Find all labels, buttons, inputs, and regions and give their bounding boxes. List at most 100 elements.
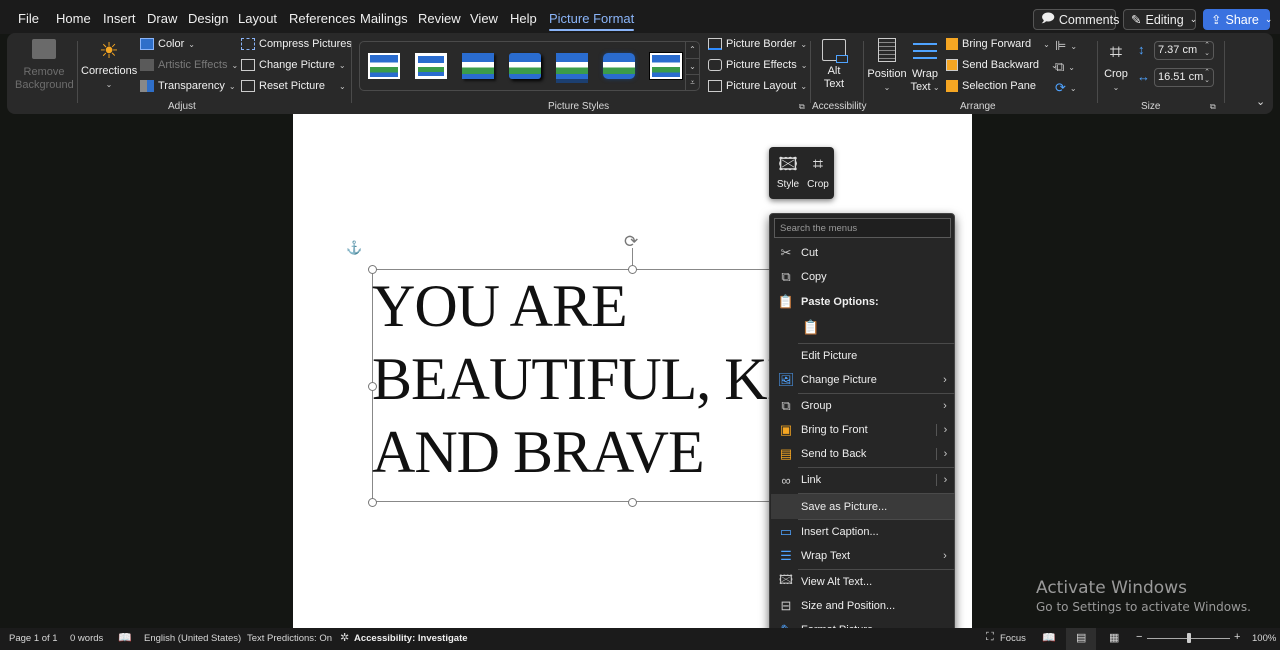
menu-item-wrap-text[interactable]: ☰ Wrap Text › <box>771 544 954 568</box>
alt-text-label-1: Alt <box>827 65 841 77</box>
accessibility-status[interactable]: Accessibility: Investigate <box>354 633 468 644</box>
transparency-button[interactable]: Transparency ⌄ <box>140 80 236 92</box>
corrections-button[interactable]: ☀ Corrections ⌄ <box>81 37 137 91</box>
width-spinner[interactable]: ⌃ ⌄ <box>1204 69 1210 85</box>
change-picture-button[interactable]: Change Picture ⌄ <box>241 59 346 71</box>
gallery-scroll-up[interactable]: ⌃ <box>685 42 699 58</box>
menu-item-send-to-back[interactable]: ▤ Send to Back › <box>771 442 954 466</box>
crop-mini-button[interactable]: ⌗ Crop <box>803 151 833 190</box>
crop-button[interactable]: ⌗ Crop ⌄ <box>1101 38 1131 94</box>
tab-insert[interactable]: Insert <box>103 11 136 26</box>
chevron-right-icon[interactable]: › <box>936 474 954 486</box>
comments-button[interactable]: 🗩 Comments <box>1033 9 1119 30</box>
gallery-scroll-down[interactable]: ⌄ <box>685 58 699 74</box>
resize-handle-left[interactable] <box>368 382 377 391</box>
group-objects-button[interactable]: ⧉ ⌄ <box>1055 59 1075 75</box>
focus-button[interactable]: Focus <box>1000 633 1026 644</box>
style-button[interactable]: 🖾 Style <box>773 151 803 190</box>
send-backward-button[interactable]: Send Backward ⌄ <box>946 59 1058 71</box>
picture-layout-button[interactable]: Picture Layout ⌄ <box>708 80 807 92</box>
menu-item-link[interactable]: ∞ Link › <box>771 468 954 492</box>
size-dialog-launcher[interactable]: ⧉ <box>1210 102 1216 112</box>
focus-icon: ⛶ <box>986 631 994 643</box>
chevron-down-icon: ⌄ <box>1043 39 1050 49</box>
width-input[interactable]: 16.51 cm ⌃ ⌄ <box>1154 68 1214 87</box>
picture-border-button[interactable]: Picture Border ⌄ <box>708 38 807 50</box>
text-predictions[interactable]: Text Predictions: On <box>247 633 332 644</box>
editing-mode-button[interactable]: ✎ Editing ⌄ <box>1123 9 1197 30</box>
tab-mailings[interactable]: Mailings <box>360 11 408 26</box>
menu-item-group[interactable]: ⧉ Group › <box>771 394 954 418</box>
zoom-in-button[interactable]: + <box>1234 631 1240 643</box>
web-layout-icon[interactable]: ▦ <box>1109 631 1119 644</box>
picture-styles-dialog-launcher[interactable]: ⧉ <box>799 102 805 112</box>
menu-item-edit-picture[interactable]: Edit Picture <box>771 344 954 368</box>
menu-item-view-alt-text[interactable]: 🖾 View Alt Text... <box>771 570 954 594</box>
tab-references[interactable]: References <box>289 11 355 26</box>
share-button[interactable]: ⇪ Share ⌄ <box>1203 9 1272 30</box>
menu-item-save-as-picture[interactable]: Save as Picture... <box>771 494 954 519</box>
resize-handle-top[interactable] <box>628 265 637 274</box>
paste-keep-source-button[interactable]: 📋 <box>802 319 819 336</box>
alt-text-button[interactable]: Alt Text <box>815 39 853 91</box>
gallery-expand[interactable]: ⩡ <box>685 74 699 90</box>
menu-item-cut[interactable]: ✂ Cut <box>771 241 954 265</box>
tab-review[interactable]: Review <box>418 11 461 26</box>
zoom-slider-thumb[interactable] <box>1187 633 1191 643</box>
zoom-out-button[interactable]: − <box>1136 631 1142 643</box>
selection-pane-button[interactable]: Selection Pane <box>946 80 1036 92</box>
picture-effects-button[interactable]: Picture Effects ⌄ <box>708 59 807 71</box>
remove-background-button[interactable]: Remove Background <box>15 39 74 92</box>
align-icon: ⊫ <box>1055 38 1067 53</box>
tab-draw[interactable]: Draw <box>147 11 177 26</box>
menu-item-bring-to-front[interactable]: ▣ Bring to Front › <box>771 418 954 442</box>
resize-handle-bottom[interactable] <box>628 498 637 507</box>
chevron-down-icon: ⌄ <box>800 60 808 70</box>
collapse-ribbon-button[interactable]: ⌄ <box>1256 95 1265 108</box>
picture-style-thumb[interactable] <box>603 53 635 79</box>
word-count[interactable]: 0 words <box>70 633 103 644</box>
picture-style-thumb[interactable] <box>649 52 683 80</box>
menu-item-size-and-position[interactable]: ⊟ Size and Position... <box>771 594 954 618</box>
reset-picture-button[interactable]: Reset Picture ⌄ <box>241 80 346 92</box>
height-spinner[interactable]: ⌃ ⌄ <box>1204 42 1210 58</box>
picture-style-thumb[interactable] <box>368 53 400 79</box>
tab-help[interactable]: Help <box>510 11 537 26</box>
tab-file[interactable]: File <box>18 11 39 26</box>
read-mode-icon[interactable]: 📖 <box>1042 631 1056 644</box>
proofing-icon[interactable]: 📖 <box>118 631 132 644</box>
tab-design[interactable]: Design <box>188 11 228 26</box>
wrap-text-button[interactable]: Wrap Text ⌄ <box>907 38 943 94</box>
picture-style-thumb[interactable] <box>415 53 447 79</box>
artistic-effects-button[interactable]: Artistic Effects ⌄ <box>140 59 238 71</box>
tab-layout[interactable]: Layout <box>238 11 277 26</box>
menu-item-change-picture[interactable]: 🖼 Change Picture › <box>771 368 954 392</box>
align-button[interactable]: ⊫ ⌄ <box>1055 38 1077 54</box>
picture-style-thumb[interactable] <box>509 53 541 79</box>
height-input[interactable]: 7.37 cm ⌃ ⌄ <box>1154 41 1214 60</box>
picture-style-thumb[interactable] <box>462 53 494 79</box>
resize-handle-top-left[interactable] <box>368 265 377 274</box>
picture-text[interactable]: YOU ARE BEAUTIFUL, KIND, AND BRAVE <box>372 270 772 489</box>
bring-forward-button[interactable]: Bring Forward ⌄ <box>946 38 1050 50</box>
menu-item-copy[interactable]: ⧉ Copy <box>771 265 954 289</box>
zoom-level[interactable]: 100% <box>1252 633 1276 644</box>
tab-picture-format[interactable]: Picture Format <box>549 11 635 31</box>
compress-pictures-button[interactable]: Compress Pictures <box>241 38 352 50</box>
tab-home[interactable]: Home <box>56 11 91 26</box>
color-button[interactable]: Color ⌄ <box>140 38 195 50</box>
page-count[interactable]: Page 1 of 1 <box>9 633 58 644</box>
picture-style-thumb[interactable] <box>556 53 588 79</box>
rotate-button[interactable]: ⟳ ⌄ <box>1055 80 1077 96</box>
language[interactable]: English (United States) <box>144 633 241 644</box>
search-menus-input[interactable]: Search the menus <box>774 218 951 238</box>
menu-item-insert-caption[interactable]: ▭ Insert Caption... <box>771 520 954 544</box>
position-button[interactable]: Position ⌄ <box>867 38 907 94</box>
tab-view[interactable]: View <box>470 11 498 26</box>
resize-handle-bottom-left[interactable] <box>368 498 377 507</box>
chevron-down-icon: ⌄ <box>339 81 346 91</box>
chevron-right-icon[interactable]: › <box>936 448 954 460</box>
adjust-group-label: Adjust <box>168 101 196 112</box>
wrap-text-label-1: Wrap <box>911 68 939 80</box>
chevron-right-icon[interactable]: › <box>936 424 954 436</box>
